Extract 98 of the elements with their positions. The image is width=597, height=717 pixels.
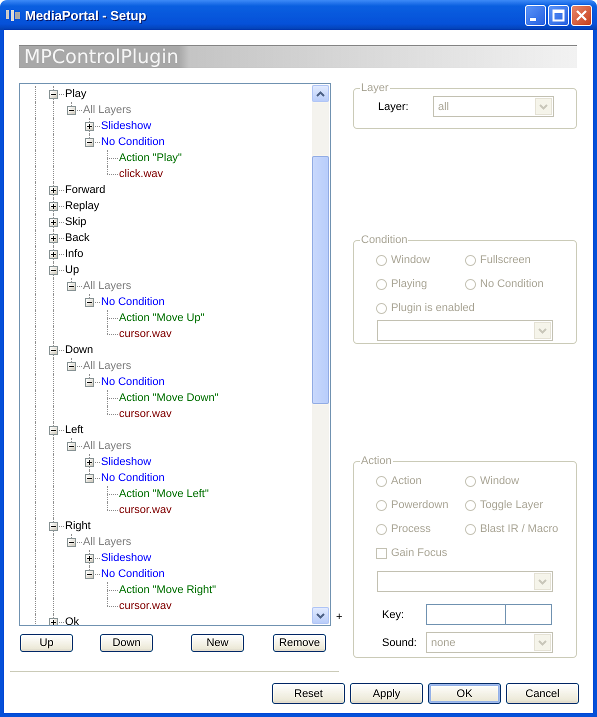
expand-button[interactable] (49, 234, 58, 243)
collapse-button[interactable] (85, 474, 94, 483)
tree-item[interactable]: Action "Move Left" (119, 486, 209, 502)
tree-item[interactable]: Right (65, 518, 91, 534)
collapse-button[interactable] (85, 570, 94, 579)
collapse-button[interactable] (67, 538, 76, 547)
tree-item[interactable]: Down (65, 342, 94, 358)
option-label: Plugin is enabled (391, 302, 475, 314)
tree-item[interactable]: Back (65, 230, 90, 246)
option-label: No Condition (480, 278, 544, 290)
collapse-button[interactable] (49, 90, 58, 99)
dialog-button[interactable]: OK (428, 683, 501, 704)
tree-item[interactable]: No Condition (101, 566, 165, 582)
tree-button[interactable]: Down (100, 634, 153, 652)
tree-item[interactable]: Slideshow (101, 454, 152, 470)
window-title: MediaPortal - Setup (25, 8, 148, 22)
tree-item[interactable]: All Layers (83, 278, 132, 294)
close-icon (575, 8, 588, 22)
tree-item[interactable]: click.wav (119, 166, 164, 182)
tree-item[interactable]: Action "Play" (119, 150, 182, 166)
field-label: Key: (382, 608, 406, 620)
tree-item[interactable]: All Layers (83, 438, 132, 454)
option-label: Fullscreen (480, 254, 531, 266)
expand-button[interactable] (49, 202, 58, 211)
option-label: Playing (391, 278, 428, 290)
maximize-button[interactable] (548, 4, 569, 26)
tree-button[interactable]: New (191, 634, 244, 652)
tree-item[interactable]: No Condition (101, 374, 165, 390)
collapse-button[interactable] (49, 346, 58, 355)
minimize-button[interactable] (525, 4, 546, 26)
scroll-down-button[interactable] (312, 607, 329, 624)
option-label: Process (391, 523, 431, 535)
tree-button[interactable]: Remove (273, 634, 326, 652)
option-label: Powerdown (391, 499, 448, 511)
close-button[interactable] (571, 4, 592, 26)
dialog-button[interactable]: Cancel (506, 683, 579, 704)
scroll-up-button[interactable] (312, 85, 329, 102)
tree-item[interactable]: Action "Move Down" (119, 390, 219, 406)
minimize-icon (530, 18, 536, 20)
scrollbar[interactable] (312, 85, 329, 624)
group-title: Layer (360, 82, 390, 94)
collapse-button[interactable] (85, 378, 94, 387)
dialog-button[interactable]: Apply (350, 683, 423, 704)
plus-mark: + (336, 611, 342, 623)
option-label: Action (391, 475, 422, 487)
tree-item[interactable]: cursor.wav (119, 326, 172, 342)
option-label: Window (391, 254, 430, 266)
option-label: Gain Focus (391, 547, 448, 559)
tree-item[interactable]: Ok (65, 614, 80, 625)
tree-item[interactable]: Action "Move Up" (119, 310, 204, 326)
expand-button[interactable] (85, 554, 94, 563)
tree-item[interactable]: cursor.wav (119, 598, 172, 614)
tree-item[interactable]: Slideshow (101, 550, 152, 566)
expand-button[interactable] (49, 618, 58, 625)
tree-item[interactable]: Forward (65, 182, 106, 198)
expand-button[interactable] (49, 250, 58, 259)
tree-item[interactable]: No Condition (101, 134, 165, 150)
collapse-button[interactable] (49, 522, 58, 531)
expand-button[interactable] (49, 218, 58, 227)
tree-item[interactable]: All Layers (83, 358, 132, 374)
collapse-button[interactable] (67, 106, 76, 115)
maximize-icon (552, 8, 565, 22)
tree-item[interactable]: All Layers (83, 534, 132, 550)
field-label: Sound: (382, 636, 418, 648)
collapse-button[interactable] (67, 442, 76, 451)
tree-item[interactable]: All Layers (83, 102, 132, 118)
tree-item[interactable]: Left (65, 422, 84, 438)
app-icon (5, 7, 21, 23)
tree-item[interactable]: Up (65, 262, 80, 278)
collapse-button[interactable] (85, 138, 94, 147)
option-label: Window (480, 475, 520, 487)
tree-item[interactable]: Play (65, 86, 86, 102)
tree-item[interactable]: No Condition (101, 294, 165, 310)
group-title: Condition (360, 234, 408, 246)
dialog-button[interactable]: Reset (272, 683, 345, 704)
collapse-button[interactable] (67, 362, 76, 371)
collapse-button[interactable] (67, 282, 76, 291)
scroll-thumb[interactable] (312, 156, 329, 404)
tree-item[interactable]: cursor.wav (119, 502, 172, 518)
option-label: Blast IR / Macro (480, 523, 558, 535)
group-title: Action (360, 455, 393, 467)
tree-item[interactable]: cursor.wav (119, 406, 172, 422)
collapse-button[interactable] (85, 298, 94, 307)
tree-button[interactable]: Up (20, 634, 73, 652)
tree-item[interactable]: Skip (65, 214, 86, 230)
collapse-button[interactable] (49, 266, 58, 275)
tree-item[interactable]: Action "Move Right" (119, 582, 216, 598)
option-label: Toggle Layer (480, 499, 543, 511)
collapse-button[interactable] (49, 426, 58, 435)
field-label: Layer: (378, 100, 410, 112)
plugin-title: MPControlPlugin (24, 46, 179, 68)
tree-item[interactable]: Slideshow (101, 118, 152, 134)
tree-item[interactable]: Replay (65, 198, 100, 214)
expand-button[interactable] (49, 186, 58, 195)
expand-button[interactable] (85, 458, 94, 467)
tree-item[interactable]: No Condition (101, 470, 165, 486)
expand-button[interactable] (85, 122, 94, 131)
tree-item[interactable]: Info (65, 246, 84, 262)
